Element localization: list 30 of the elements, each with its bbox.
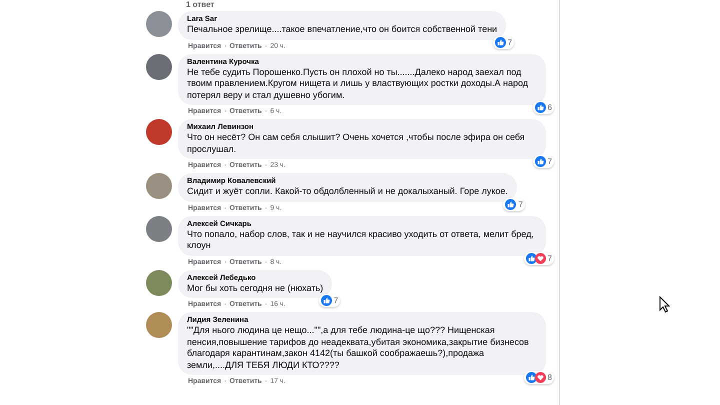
avatar[interactable] [146,11,172,37]
reaction-badge[interactable]: 7 [524,252,554,264]
replies-link[interactable]: 1 ответ [186,0,559,9]
like-reaction-icon [534,156,546,167]
reaction-badge[interactable]: 6 [532,101,554,114]
avatar[interactable] [146,270,172,296]
avatar[interactable] [146,54,172,80]
avatar[interactable] [146,119,172,145]
comment-text: Что он несёт? Он сам себя слышит? Очень хочется ,чтобы после эфира он себя прослушал. [187,132,526,155]
comment-text: ""Для нього людина це нещо..."",а для тебе людина-це що??? Нищенская пенсия,повышение тарифов до неадеквата,убитая экономика,закрытие бизнесов благодаря карантинам,закон 4142(ты башкой соображаешь?),продажа земли,....ДЛЯ ТЕБЯ ЛЮДИ КТО???? [187,325,530,371]
reaction-badge[interactable]: 8 [524,371,554,384]
like-reaction-icon [534,102,546,113]
heart-reaction-icon [534,252,546,264]
avatar[interactable] [146,173,172,199]
reaction-badge[interactable]: 7 [503,198,525,210]
comment-text: Что попало, набор слов, так и не научился красиво уходить от ответа, мелит бред, клоун [187,228,535,252]
reaction-badge[interactable]: 7 [318,294,340,307]
comment-text: Печальное зрелище....такое впечатление,что он боится собственной тени [187,24,498,36]
avatar[interactable] [146,312,172,338]
heart-reaction-icon [534,372,546,383]
comment-text: Сидит и жуёт сопли. Какой-то обдолбленный и не докалыханый. Горе лукое. [187,186,508,198]
like-reaction-icon [320,295,332,306]
reaction-badge[interactable]: 7 [532,155,554,168]
comment-text: Мог бы хоть сегодня не (нюхать) [187,282,324,294]
avatar[interactable] [146,216,172,242]
reaction-badge[interactable]: 7 [492,36,514,48]
like-reaction-icon [505,198,516,210]
cursor-icon [659,296,670,313]
comment-text: Не тебе судить Порошенко.Пусть он плохой но ты.......Далеко народ заехал под твоим правлением.Кругом нищета и лишь у властвующих ростки доходы.А народ потерял веру и стал душевно убогим. [187,66,530,101]
like-reaction-icon [494,36,506,48]
